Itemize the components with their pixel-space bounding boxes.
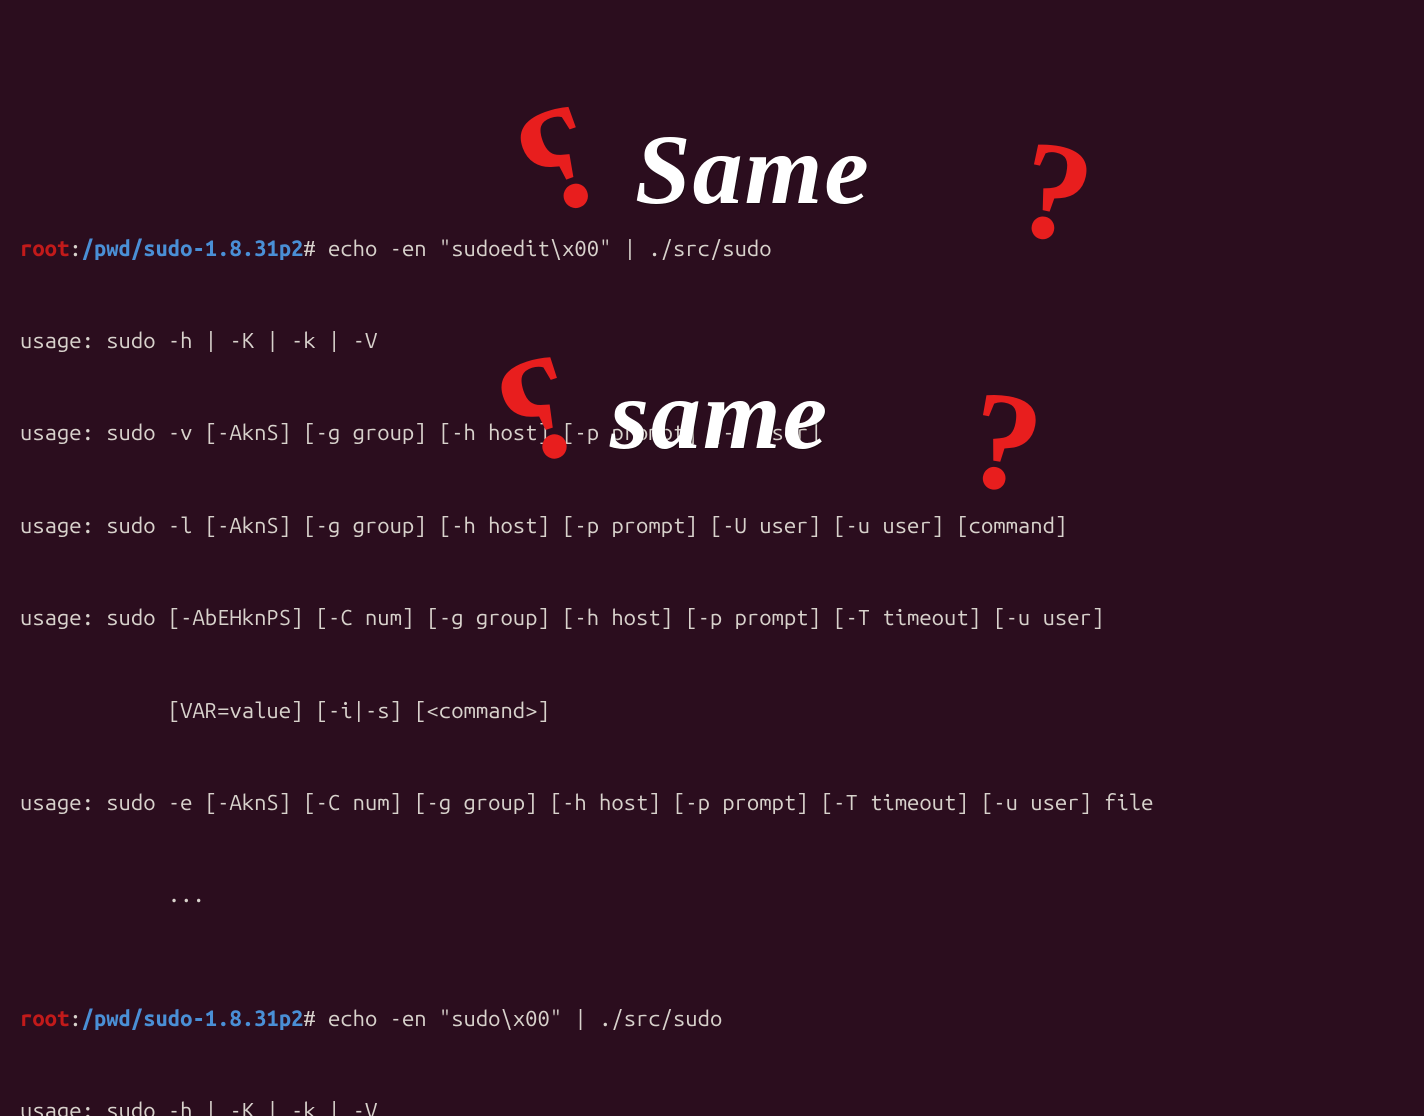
output-line: usage: sudo -e [-AknS] [-C num] [-g grou… xyxy=(20,788,1404,819)
prompt-user: root xyxy=(20,1006,69,1031)
prompt-user: root xyxy=(20,236,69,261)
terminal-output: root:/pwd/sudo-1.8.31p2# echo -en "sudoe… xyxy=(20,141,1404,1116)
prompt-hash: # xyxy=(303,236,315,261)
output-line: usage: sudo -v [-AknS] [-g group] [-h ho… xyxy=(20,418,1404,449)
prompt-path: /pwd/sudo-1.8.31p2 xyxy=(82,236,304,261)
prompt-hash: # xyxy=(303,1006,315,1031)
output-line: usage: sudo -h | -K | -k | -V xyxy=(20,326,1404,357)
output-line: ... xyxy=(20,880,1404,911)
prompt-line-1[interactable]: root:/pwd/sudo-1.8.31p2# echo -en "sudoe… xyxy=(20,234,1404,265)
output-line: usage: sudo -h | -K | -k | -V xyxy=(20,1096,1404,1116)
output-line: usage: sudo -l [-AknS] [-g group] [-h ho… xyxy=(20,511,1404,542)
output-line: [VAR=value] [-i|-s] [<command>] xyxy=(20,696,1404,727)
prompt-path: /pwd/sudo-1.8.31p2 xyxy=(82,1006,304,1031)
prompt-sep: : xyxy=(69,236,81,261)
output-line: usage: sudo [-AbEHknPS] [-C num] [-g gro… xyxy=(20,603,1404,634)
command-2: echo -en "sudo\x00" | ./src/sudo xyxy=(316,1006,723,1031)
prompt-line-2[interactable]: root:/pwd/sudo-1.8.31p2# echo -en "sudo\… xyxy=(20,1004,1404,1035)
prompt-sep: : xyxy=(69,1006,81,1031)
command-1: echo -en "sudoedit\x00" | ./src/sudo xyxy=(316,236,772,261)
